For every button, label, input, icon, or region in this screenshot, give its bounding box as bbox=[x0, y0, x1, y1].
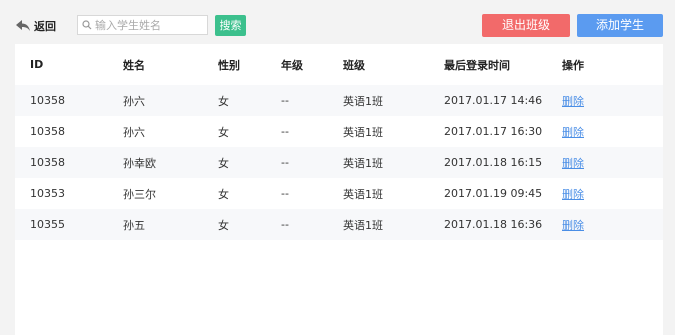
cell-sex: 女 bbox=[218, 94, 229, 108]
cell-id: 10355 bbox=[30, 218, 65, 231]
toolbar: 返回 搜索 退出班级 添加学生 bbox=[0, 0, 675, 44]
cell-grade: -- bbox=[281, 187, 289, 200]
add-student-button[interactable]: 添加学生 bbox=[577, 14, 663, 37]
header-id: ID bbox=[30, 58, 44, 71]
header-grade: 年级 bbox=[281, 58, 303, 72]
delete-link[interactable]: 删除 bbox=[562, 93, 584, 109]
student-table: ID 姓名 性别 年级 班级 最后登录时间 操作 10358 孙六 女 -- 英… bbox=[15, 44, 663, 335]
header-last-login: 最后登录时间 bbox=[444, 58, 510, 72]
delete-link[interactable]: 删除 bbox=[562, 217, 584, 233]
cell-grade: -- bbox=[281, 94, 289, 107]
cell-grade: -- bbox=[281, 125, 289, 138]
delete-link[interactable]: 删除 bbox=[562, 124, 584, 140]
cell-last-login: 2017.01.19 09:45 bbox=[444, 187, 543, 200]
cell-class: 英语1班 bbox=[343, 125, 383, 139]
cell-grade: -- bbox=[281, 156, 289, 169]
cell-action: 删除 bbox=[562, 147, 584, 178]
cell-id: 10358 bbox=[30, 94, 65, 107]
table-row: 10358 孙六 女 -- 英语1班 2017.01.17 14:46 删除 bbox=[15, 85, 663, 116]
table-row: 10358 孙六 女 -- 英语1班 2017.01.17 16:30 删除 bbox=[15, 116, 663, 147]
table-row: 10358 孙幸欧 女 -- 英语1班 2017.01.18 16:15 删除 bbox=[15, 147, 663, 178]
cell-sex: 女 bbox=[218, 218, 229, 232]
header-action: 操作 bbox=[562, 58, 584, 72]
delete-link[interactable]: 删除 bbox=[562, 155, 584, 171]
table-header: ID 姓名 性别 年级 班级 最后登录时间 操作 bbox=[15, 44, 663, 85]
exit-class-button[interactable]: 退出班级 bbox=[482, 14, 570, 37]
cell-name: 孙幸欧 bbox=[123, 156, 156, 170]
cell-action: 删除 bbox=[562, 116, 584, 147]
cell-sex: 女 bbox=[218, 125, 229, 139]
cell-name: 孙五 bbox=[123, 218, 145, 232]
cell-name: 孙六 bbox=[123, 125, 145, 139]
cell-action: 删除 bbox=[562, 85, 584, 116]
cell-action: 删除 bbox=[562, 209, 584, 240]
delete-link[interactable]: 删除 bbox=[562, 186, 584, 202]
back-arrow-icon bbox=[16, 20, 30, 31]
header-class: 班级 bbox=[343, 58, 365, 72]
search-icon bbox=[82, 20, 92, 30]
cell-class: 英语1班 bbox=[343, 187, 383, 201]
cell-name: 孙三尔 bbox=[123, 187, 156, 201]
table-row: 10353 孙三尔 女 -- 英语1班 2017.01.19 09:45 删除 bbox=[15, 178, 663, 209]
student-name-search-input[interactable] bbox=[92, 17, 205, 33]
cell-last-login: 2017.01.18 16:15 bbox=[444, 156, 543, 169]
header-name: 姓名 bbox=[123, 58, 145, 72]
cell-name: 孙六 bbox=[123, 94, 145, 108]
cell-last-login: 2017.01.17 16:30 bbox=[444, 125, 543, 138]
back-label: 返回 bbox=[34, 20, 56, 33]
header-sex: 性别 bbox=[218, 58, 240, 72]
cell-grade: -- bbox=[281, 218, 289, 231]
cell-id: 10358 bbox=[30, 125, 65, 138]
table-row: 10355 孙五 女 -- 英语1班 2017.01.18 16:36 删除 bbox=[15, 209, 663, 240]
cell-sex: 女 bbox=[218, 156, 229, 170]
search-box bbox=[77, 15, 208, 35]
cell-last-login: 2017.01.17 14:46 bbox=[444, 94, 543, 107]
cell-sex: 女 bbox=[218, 187, 229, 201]
cell-class: 英语1班 bbox=[343, 156, 383, 170]
cell-id: 10353 bbox=[30, 187, 65, 200]
cell-id: 10358 bbox=[30, 156, 65, 169]
search-button[interactable]: 搜索 bbox=[215, 15, 246, 36]
cell-last-login: 2017.01.18 16:36 bbox=[444, 218, 543, 231]
cell-class: 英语1班 bbox=[343, 218, 383, 232]
cell-class: 英语1班 bbox=[343, 94, 383, 108]
back-button[interactable]: 返回 bbox=[15, 16, 56, 36]
cell-action: 删除 bbox=[562, 178, 584, 209]
